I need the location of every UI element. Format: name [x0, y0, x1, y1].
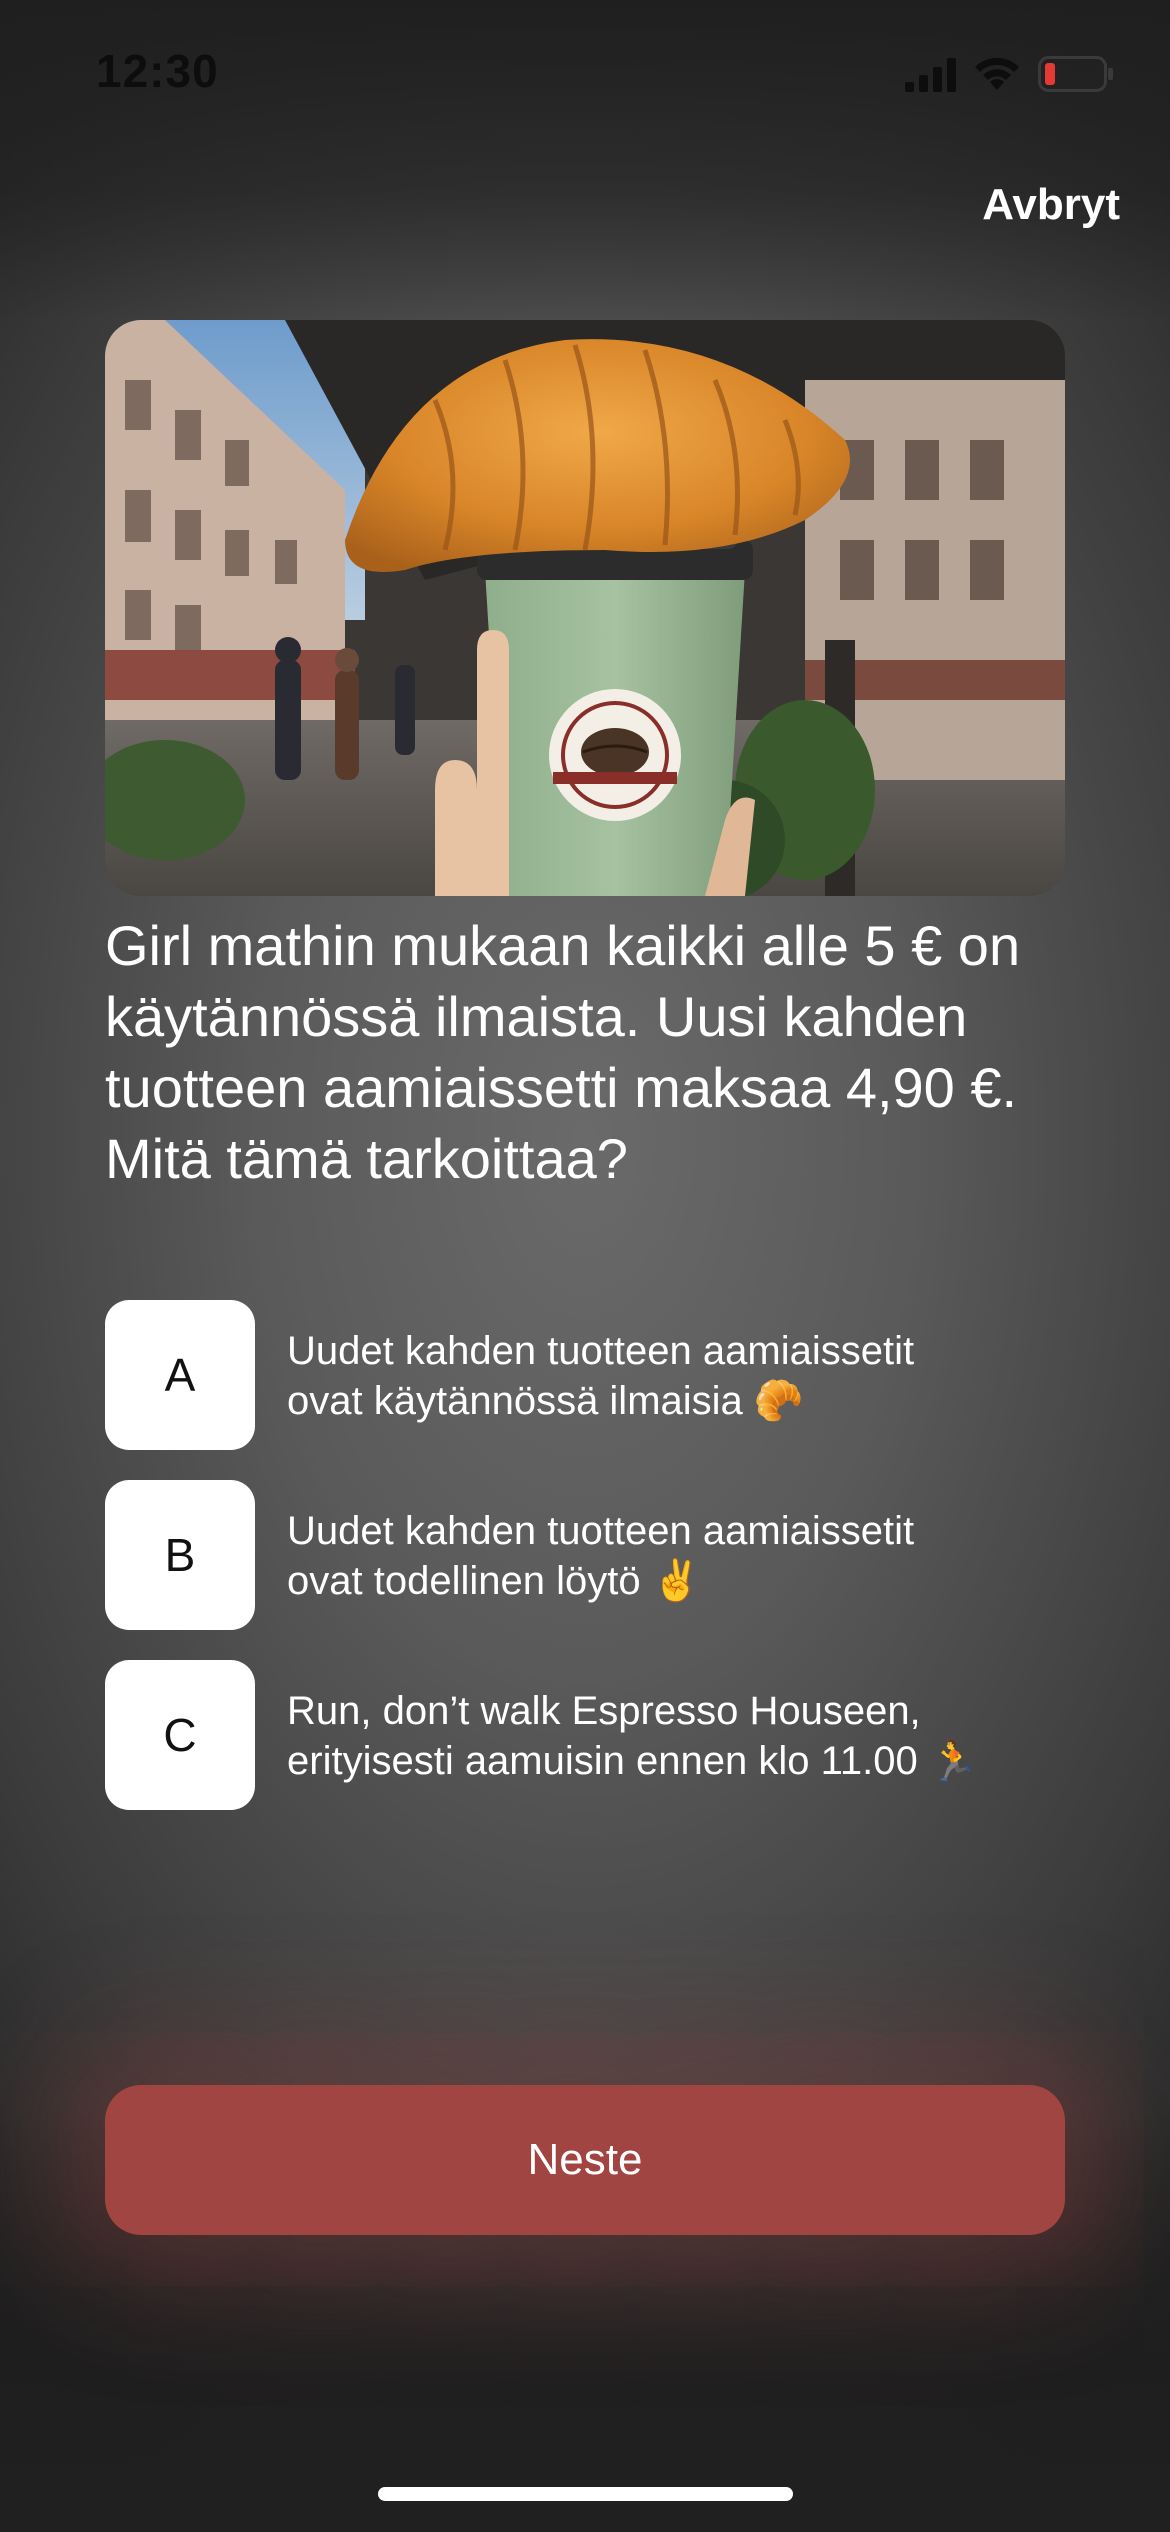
option-c[interactable]: C Run, don’t walk Espresso Houseen, erit…	[105, 1660, 1065, 1810]
option-label[interactable]: Uudet kahden tuotteen aamiaissetit ovat …	[287, 1506, 1067, 1606]
home-indicator[interactable]	[378, 2487, 793, 2501]
battery-low-icon	[1038, 56, 1113, 92]
option-key[interactable]: C	[105, 1660, 255, 1810]
hero-image	[105, 320, 1065, 896]
question-text: Girl mathin mukaan kaikki alle 5 € on kä…	[105, 914, 1021, 1190]
next-button[interactable]: Neste	[105, 2085, 1065, 2235]
cancel-button[interactable]: Avbryt	[982, 180, 1120, 230]
croissant-coffee-photo	[105, 320, 1065, 896]
status-bar: 12:30	[0, 0, 1170, 150]
status-time: 12:30	[96, 45, 219, 97]
wifi-icon	[975, 57, 1019, 90]
option-key[interactable]: A	[105, 1300, 255, 1450]
option-b[interactable]: B Uudet kahden tuotteen aamiaissetit ova…	[105, 1480, 1065, 1630]
option-key[interactable]: B	[105, 1480, 255, 1630]
option-a[interactable]: A Uudet kahden tuotteen aamiaissetit ova…	[105, 1300, 1065, 1450]
option-label[interactable]: Uudet kahden tuotteen aamiaissetit ovat …	[287, 1326, 1067, 1426]
cellular-signal-icon	[905, 58, 956, 92]
option-label[interactable]: Run, don’t walk Espresso Houseen, erityi…	[287, 1686, 1067, 1786]
